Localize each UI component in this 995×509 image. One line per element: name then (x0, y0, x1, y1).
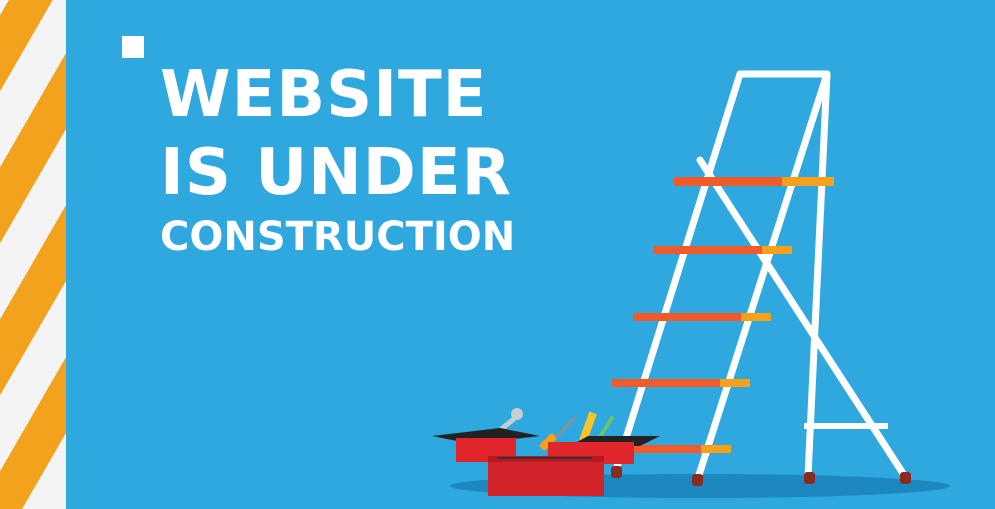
ladder-icon (593, 70, 911, 486)
illustration (432, 70, 950, 498)
under-construction-banner: WEBSITE IS UNDER CONSTRUCTION (0, 0, 995, 509)
